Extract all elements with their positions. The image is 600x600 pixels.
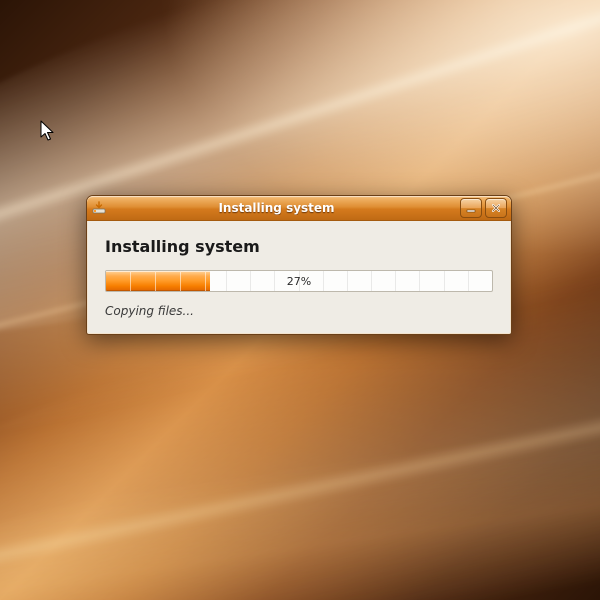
mouse-cursor-icon <box>40 120 56 144</box>
window-titlebar[interactable]: Installing system <box>87 196 511 221</box>
window-controls <box>460 198 507 218</box>
window-content: Installing system 27% Copying files... <box>87 221 511 334</box>
minimize-icon <box>466 203 476 213</box>
close-button[interactable] <box>485 198 507 218</box>
installer-window: Installing system Installing system <box>86 195 512 335</box>
close-icon <box>491 203 501 213</box>
install-progress-bar: 27% <box>105 270 493 292</box>
install-heading: Installing system <box>105 237 493 256</box>
progress-percent-label: 27% <box>106 271 492 291</box>
minimize-button[interactable] <box>460 198 482 218</box>
install-status-text: Copying files... <box>105 304 493 318</box>
background-swoosh <box>0 391 600 600</box>
window-title: Installing system <box>93 201 460 215</box>
desktop-background: Installing system Installing system <box>0 0 600 600</box>
